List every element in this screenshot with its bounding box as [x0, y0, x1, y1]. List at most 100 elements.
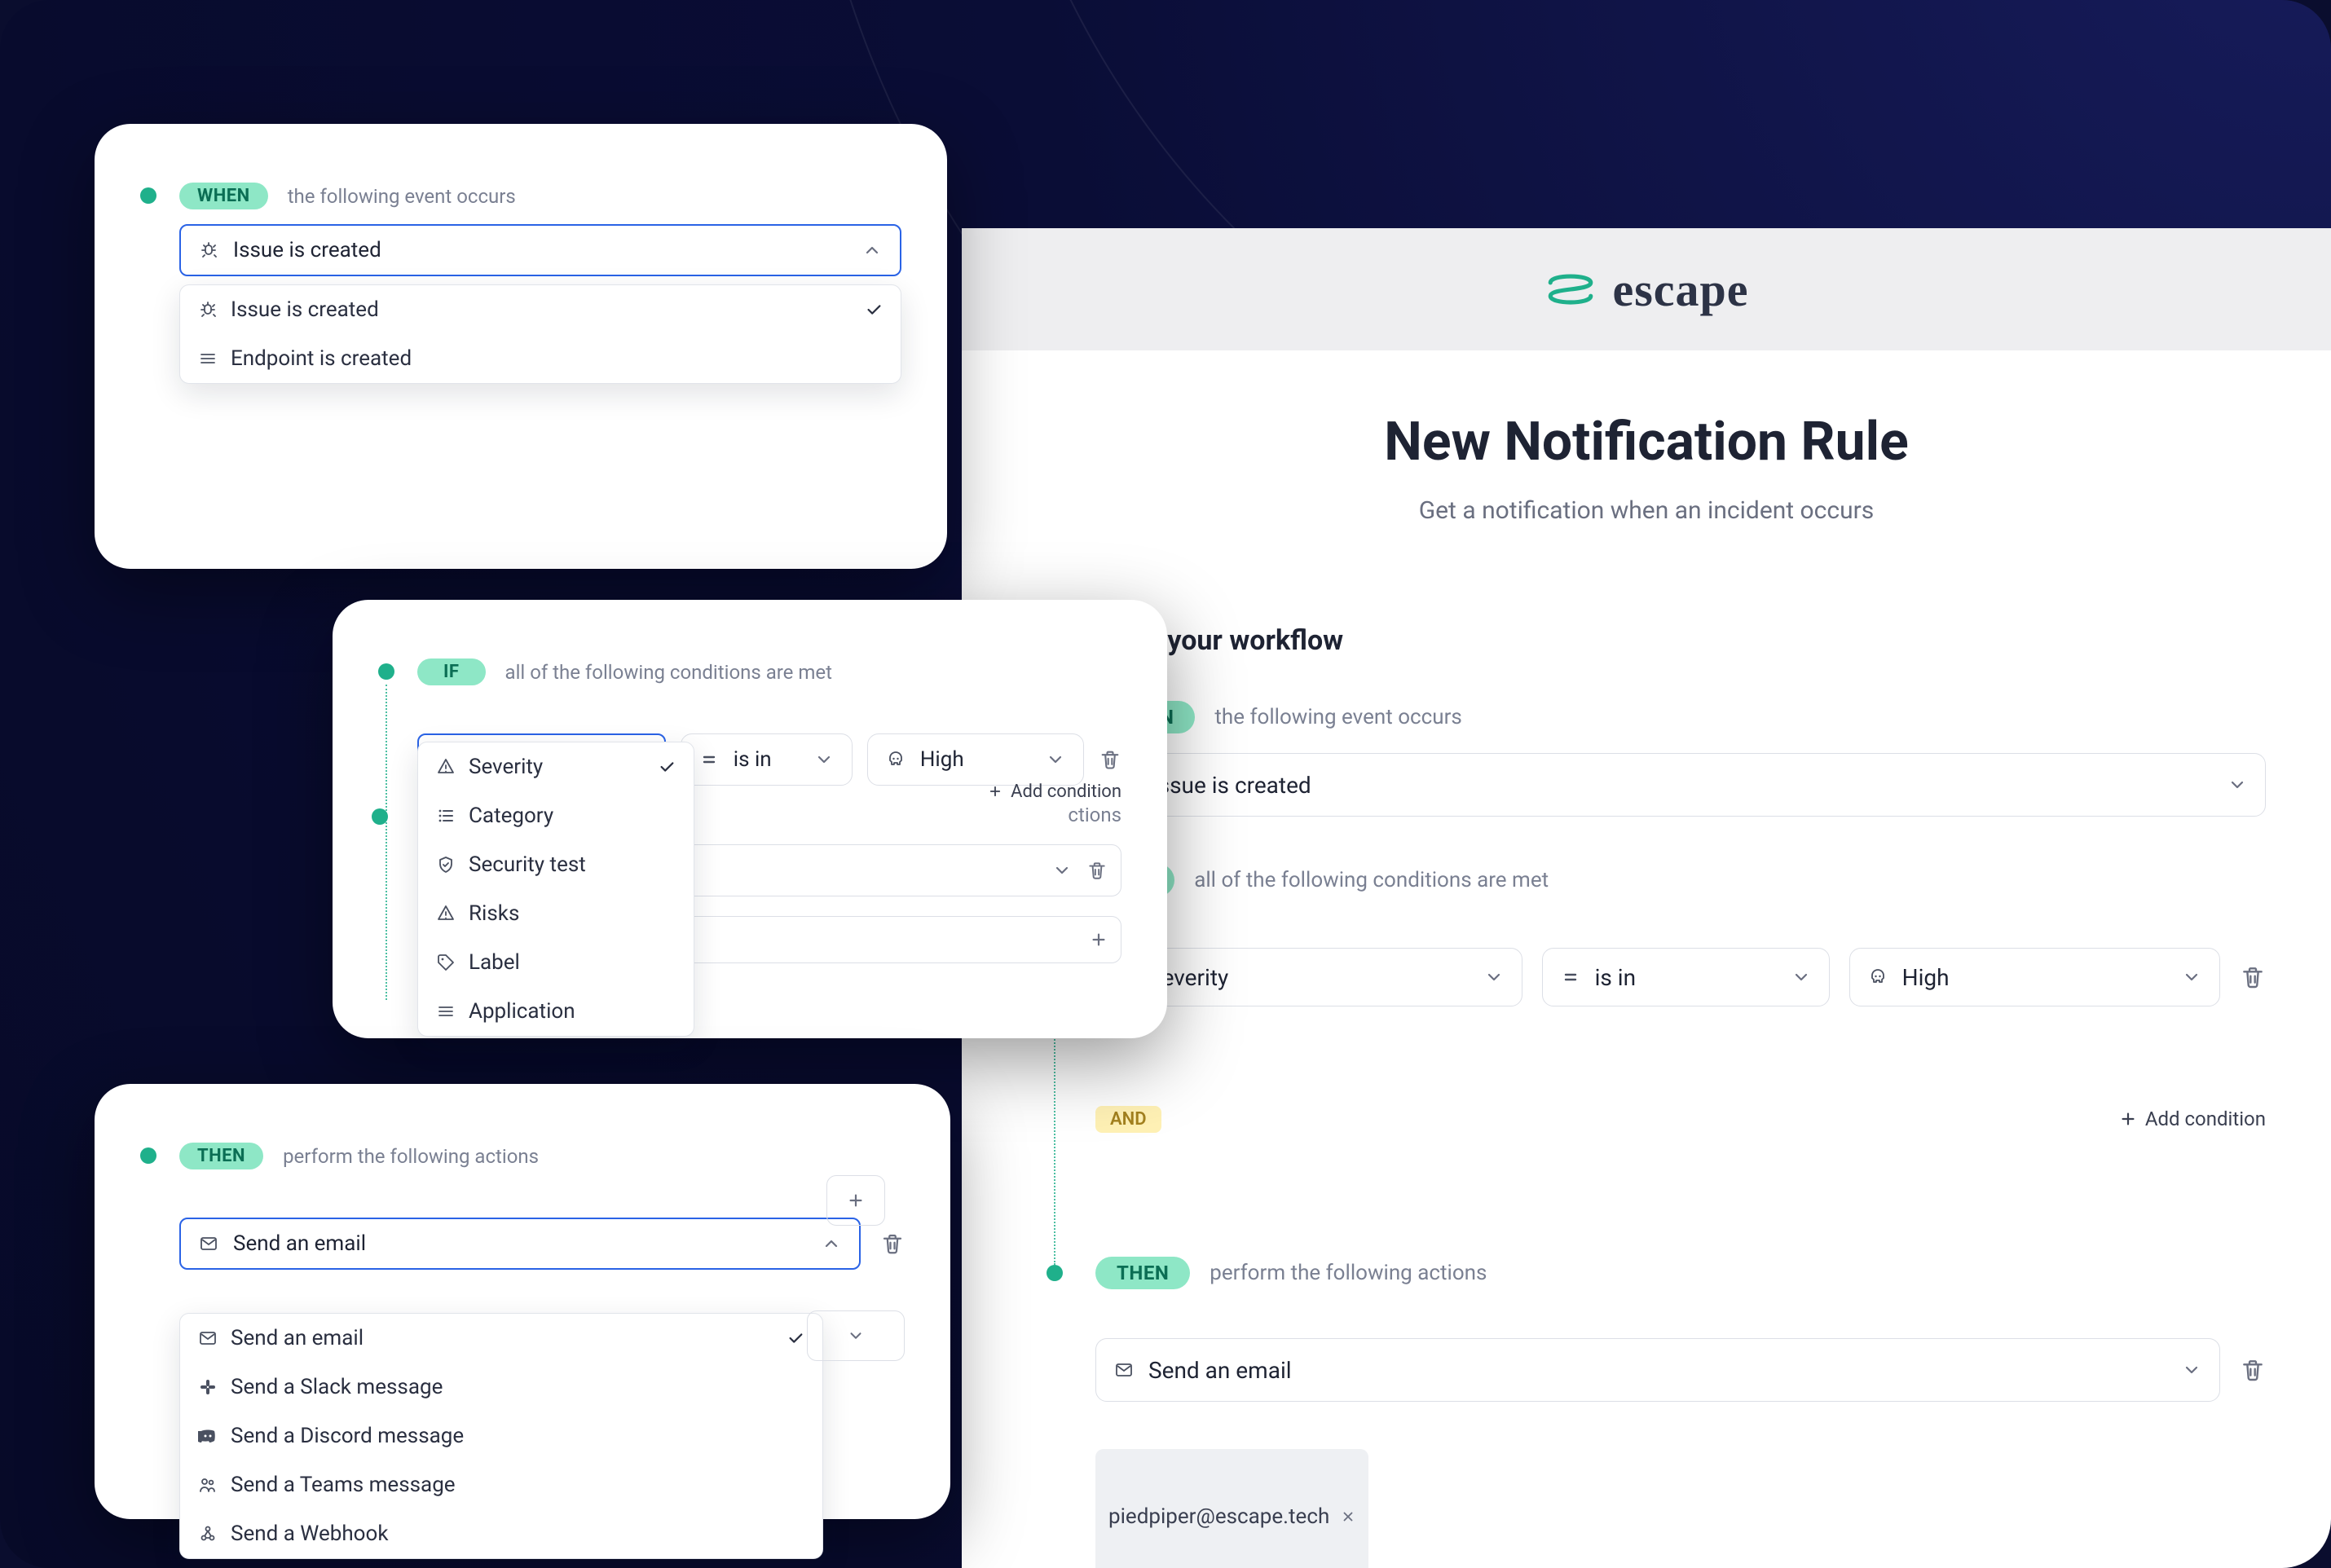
timeline-dot [1047, 1265, 1063, 1281]
slack-icon [198, 1377, 218, 1397]
option-label: Issue is created [231, 297, 379, 322]
list-icon [436, 806, 456, 826]
option-label: Severity [469, 755, 543, 779]
action-select[interactable]: Send an email [1095, 1338, 2220, 1402]
option-label: Send a Slack message [231, 1375, 443, 1399]
ghost-chevron-box[interactable] [807, 1310, 905, 1361]
event-dropdown: Issue is created Endpoint is created [179, 284, 901, 384]
discord-icon [198, 1426, 218, 1446]
action-option-discord[interactable]: Send a Discord message [180, 1412, 822, 1460]
if-pill: IF [417, 658, 486, 685]
add-condition-label: Add condition [1011, 782, 1121, 802]
action-select-label: Send an email [233, 1231, 807, 1256]
webhook-icon [198, 1524, 218, 1544]
field-option-application[interactable]: Application [418, 987, 694, 1036]
action-option-email[interactable]: Send an email [180, 1314, 822, 1363]
event-option-issue-created[interactable]: Issue is created [180, 285, 901, 334]
condition-value-label: High [1902, 964, 2167, 991]
chevron-down-icon [814, 698, 834, 821]
mail-icon [199, 1234, 218, 1253]
field-option-category[interactable]: Category [418, 791, 694, 840]
mail-icon [1114, 1360, 1134, 1380]
option-label: Category [469, 804, 553, 828]
add-condition-button[interactable]: Add condition [2119, 1058, 2266, 1180]
skull-icon [1868, 967, 1888, 987]
action-select-label: Send an email [1148, 1357, 2167, 1384]
email-chip-label: piedpiper@escape.tech [1108, 1504, 1329, 1529]
stack-icon [436, 1002, 456, 1021]
chevron-down-icon [1791, 916, 1811, 1038]
condition-operator-label: is in [1595, 964, 1777, 991]
option-label: Risks [469, 901, 519, 926]
then-text: perform the following actions [1210, 1261, 1487, 1285]
brand-bar: escape [962, 228, 2331, 350]
if-text: all of the following conditions are met [1194, 868, 1549, 892]
option-label: Send a Discord message [231, 1424, 464, 1448]
ghost-plus-box[interactable] [826, 1175, 885, 1226]
condition-operator-label: is in [734, 747, 800, 772]
when-text: the following event occurs [1214, 705, 1461, 729]
event-select[interactable]: Issue is created [1095, 753, 2266, 817]
when-pill: WHEN [179, 183, 268, 209]
chevron-down-icon [1052, 809, 1072, 932]
check-icon [787, 1313, 804, 1399]
option-label: Endpoint is created [231, 346, 412, 371]
equals-icon [1561, 967, 1580, 987]
shield-icon [436, 855, 456, 874]
condition-value-select[interactable]: High [1849, 948, 2220, 1006]
check-icon [658, 742, 676, 828]
delete-condition-button[interactable] [2240, 916, 2266, 1038]
bug-icon [199, 240, 218, 260]
action-option-teams[interactable]: Send a Teams message [180, 1460, 822, 1509]
brand-logo-icon [1544, 262, 1597, 316]
timeline-dot [140, 187, 156, 204]
if-text: all of the following conditions are met [505, 661, 832, 684]
chevron-down-icon [2182, 1309, 2201, 1431]
warning-icon [436, 757, 456, 777]
option-label: Label [469, 950, 520, 975]
page-title: New Notification Rule [962, 411, 2331, 473]
skull-icon [886, 750, 906, 769]
remove-email-button[interactable] [1341, 1456, 1355, 1568]
teams-icon [198, 1475, 218, 1495]
check-icon [865, 284, 883, 371]
event-select-open[interactable]: Issue is created [179, 224, 901, 276]
field-option-risks[interactable]: Risks [418, 889, 694, 938]
event-select-label: Issue is created [233, 238, 848, 262]
condition-operator-select[interactable]: is in [1542, 948, 1830, 1006]
delete-action-button[interactable] [2240, 1309, 2266, 1431]
then-pill: THEN [179, 1143, 263, 1169]
email-chip: piedpiper@escape.tech [1095, 1449, 1368, 1568]
chevron-down-icon [2227, 724, 2247, 846]
option-label: Application [469, 999, 575, 1024]
popover-if: IF all of the following conditions are m… [333, 600, 1167, 1038]
action-dropdown: Send an email Send a Slack message Send … [179, 1313, 823, 1559]
action-select-open[interactable]: Send an email [179, 1218, 861, 1270]
field-option-label[interactable]: Label [418, 938, 694, 987]
mail-icon [198, 1328, 218, 1348]
chevron-down-icon [1484, 916, 1504, 1038]
event-option-endpoint-created[interactable]: Endpoint is created [180, 334, 901, 383]
when-text: the following event occurs [288, 185, 516, 208]
option-label: Send an email [231, 1326, 364, 1350]
equals-icon [699, 750, 719, 769]
plus-icon [847, 1139, 865, 1262]
chevron-down-icon [2182, 916, 2201, 1038]
brand-name: escape [1612, 262, 1748, 317]
action-option-webhook[interactable]: Send a Webhook [180, 1509, 822, 1558]
page-subtitle: Get a notification when an incident occu… [962, 496, 2331, 525]
field-option-security-test[interactable]: Security test [418, 840, 694, 889]
then-text: perform the following actions [283, 1145, 539, 1168]
option-label: Send a Webhook [231, 1522, 389, 1546]
and-pill: AND [1095, 1106, 1161, 1133]
option-label: Security test [469, 852, 586, 877]
event-select-label: Issue is created [1152, 772, 2213, 799]
condition-field-dropdown: Severity Category Security test Risks [417, 742, 694, 1037]
condition-operator-select[interactable]: is in [681, 733, 853, 786]
plus-icon [1090, 879, 1108, 1001]
field-option-severity[interactable]: Severity [418, 742, 694, 791]
popover-then: THEN perform the following actions Send … [95, 1084, 950, 1519]
action-option-slack[interactable]: Send a Slack message [180, 1363, 822, 1412]
warning-icon [436, 904, 456, 923]
timeline-dot [140, 1147, 156, 1164]
